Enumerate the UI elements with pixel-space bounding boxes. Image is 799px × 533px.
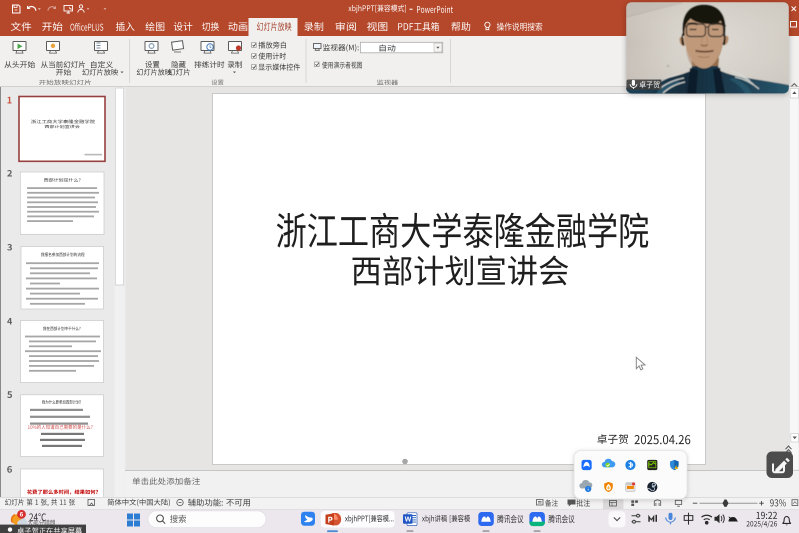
- svg-text:6: 6: [20, 512, 24, 519]
